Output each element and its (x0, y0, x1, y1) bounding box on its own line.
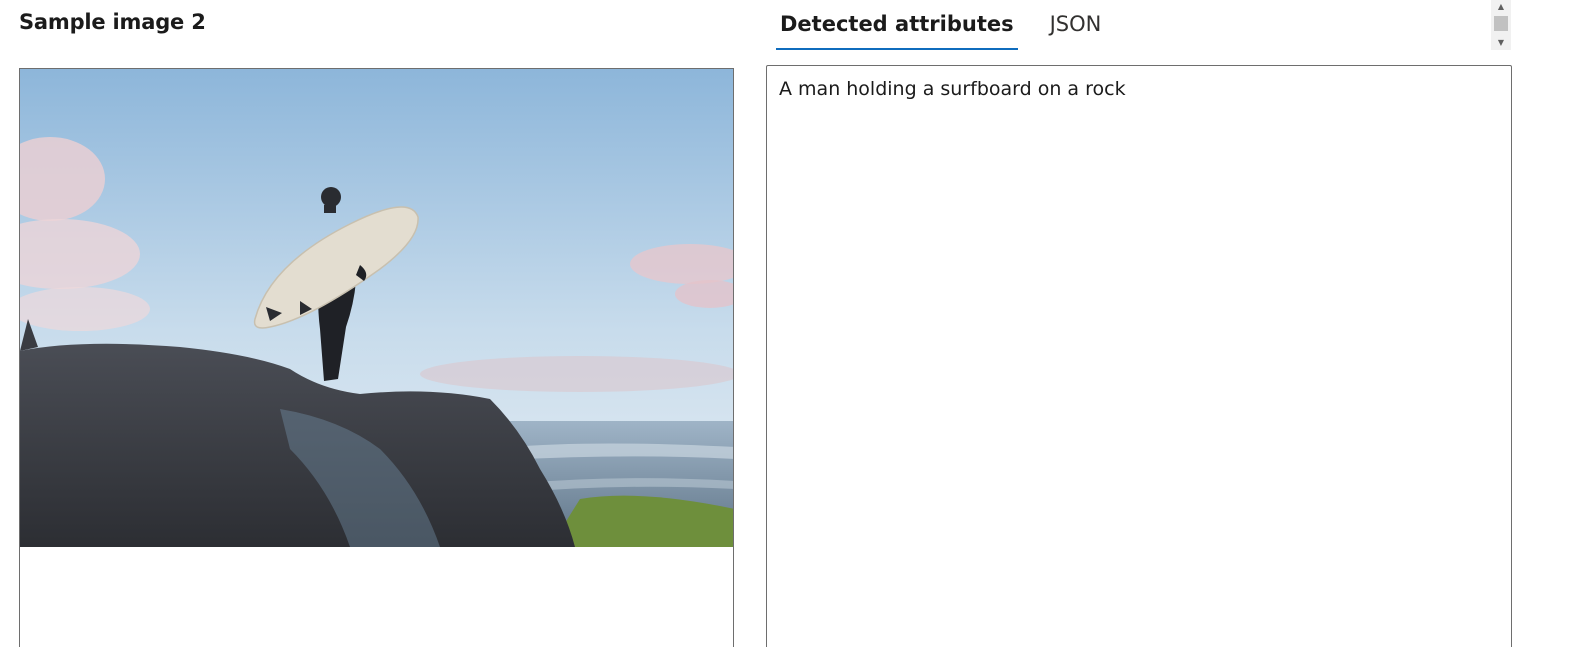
scrollbar[interactable]: ▲ ▼ (1491, 0, 1511, 50)
sample-image (20, 69, 733, 547)
result-tabs: Detected attributes JSON (776, 0, 1133, 51)
tab-json[interactable]: JSON (1046, 0, 1106, 48)
panel-title: Sample image 2 (19, 10, 206, 34)
sample-image-frame (19, 68, 734, 647)
tab-detected-attributes[interactable]: Detected attributes (776, 0, 1018, 50)
caption-text: A man holding a surfboard on a rock (779, 78, 1126, 100)
result-panel: A man holding a surfboard on a rock (766, 65, 1512, 647)
scroll-thumb[interactable] (1494, 16, 1508, 31)
page: Sample image 2 Detected attributes JSON … (0, 0, 1587, 647)
scroll-up-icon[interactable]: ▲ (1491, 0, 1511, 14)
scroll-down-icon[interactable]: ▼ (1491, 36, 1511, 50)
